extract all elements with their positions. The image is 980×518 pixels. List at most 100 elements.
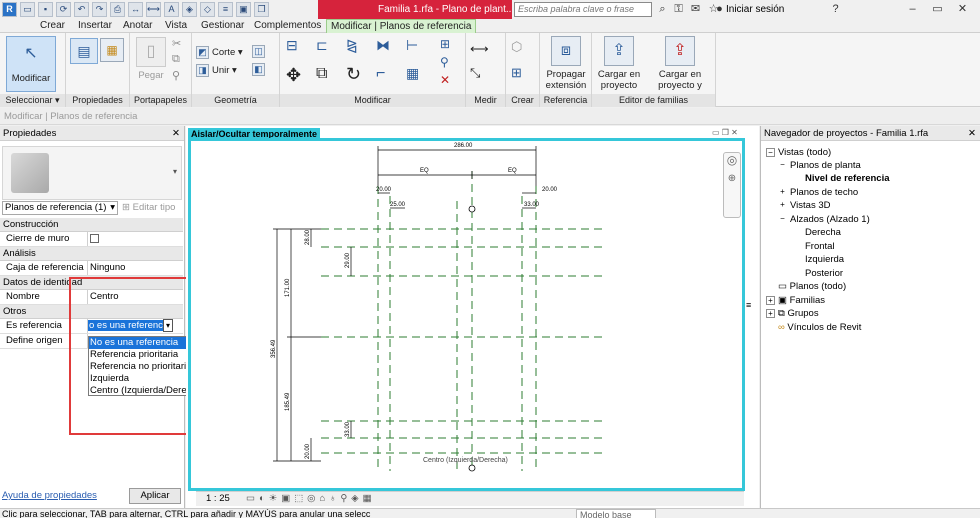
measure-tool-icon[interactable]: ⟷	[470, 41, 489, 57]
move-icon[interactable]: ✥	[286, 65, 301, 86]
wall-joins-icon[interactable]: ◫	[252, 45, 265, 58]
model-select[interactable]: Modelo base	[576, 509, 656, 518]
create-group-icon[interactable]: ⊞	[511, 65, 522, 81]
view-window-controls[interactable]: ▭ ❐ ✕	[712, 128, 738, 137]
tree-item-planos-planta[interactable]: − Planos de planta	[778, 159, 861, 172]
load-and-close-button[interactable]: ⇪ Cargar en proyecto y cerrar	[646, 36, 714, 102]
tree-item-frontal[interactable]: Frontal	[805, 240, 835, 253]
collapse-icon[interactable]: −	[778, 160, 787, 170]
expand-icon[interactable]: +	[766, 308, 775, 318]
cut-icon[interactable]: ✂	[172, 37, 181, 50]
dim-text[interactable]: EQ	[508, 168, 517, 174]
close-hidden-icon[interactable]: ▣	[236, 2, 251, 17]
mirror-line-icon[interactable]: ⧓	[376, 37, 390, 54]
dim-text[interactable]: 20.00	[542, 187, 558, 193]
offset-icon[interactable]: ⊏	[316, 37, 328, 54]
close-icon[interactable]: ✕	[955, 2, 970, 17]
dim-text[interactable]: 33.00	[345, 421, 351, 437]
tree-item-derecha[interactable]: Derecha	[805, 226, 841, 239]
propagate-extents-button[interactable]: ⧈ Propagar extensión	[542, 36, 590, 91]
dim-text[interactable]: 171.00	[285, 278, 291, 297]
cut-geometry-button[interactable]: ◩ Corte ▾	[196, 46, 243, 60]
save-icon[interactable]: ▪	[38, 2, 53, 17]
array-icon[interactable]: ▦	[406, 65, 419, 82]
trim-icon[interactable]: ⌐	[376, 65, 385, 83]
collapse-icon[interactable]: −	[766, 147, 775, 157]
tree-item-grupos[interactable]: + ⧉ Grupos	[766, 307, 819, 320]
tree-item-posterior[interactable]: Posterior	[805, 267, 843, 280]
type-dropdown-arrow-icon[interactable]: ▾	[173, 167, 177, 176]
thin-lines-icon[interactable]: ≡	[218, 2, 233, 17]
panel-label-seleccionar[interactable]: Seleccionar ▾	[0, 94, 65, 107]
login-button[interactable]: Iniciar sesión	[726, 2, 784, 17]
mirror-axis-icon[interactable]: ⧎	[346, 37, 358, 54]
tree-item-alzados[interactable]: − Alzados (Alzado 1)	[778, 213, 870, 226]
ref-plane-name-label[interactable]: Centro (Izquierda/Derecha)	[423, 457, 508, 464]
pin-icon[interactable]: ⚲	[440, 55, 449, 69]
copy-element-icon[interactable]: ⧉	[316, 65, 327, 83]
tab-anotar[interactable]: Anotar	[119, 19, 156, 33]
view-control-icons[interactable]: ▭◐☀▣⬚◎⌂♁⚲◈▦	[246, 492, 376, 506]
modify-button[interactable]: ↖ Modificar	[6, 36, 56, 92]
communication-icon[interactable]: ✉	[688, 2, 703, 17]
properties-close-icon[interactable]: ✕	[172, 126, 180, 141]
create-similar-icon[interactable]: ⬡	[511, 39, 522, 55]
view-scale[interactable]: 1 : 25	[206, 492, 230, 506]
dim-text[interactable]: 33.00	[524, 202, 540, 208]
switch-windows-icon[interactable]: ❐	[254, 2, 269, 17]
paste-button[interactable]: ▯ Pegar	[134, 37, 168, 81]
3d-view-icon[interactable]: ◈	[182, 2, 197, 17]
match-icon[interactable]: ⚲	[172, 69, 180, 82]
apply-button[interactable]: Aplicar	[129, 488, 181, 504]
expand-icon[interactable]: +	[778, 200, 787, 210]
ref-plane-end-point[interactable]	[468, 464, 476, 472]
help-icon[interactable]: ?	[828, 2, 843, 17]
maximize-icon[interactable]: ▭	[930, 2, 945, 17]
zoom-icon[interactable]: ⊕	[724, 173, 740, 184]
subscription-icon[interactable]: ⚿	[671, 2, 686, 17]
ref-plane-end-point[interactable]	[468, 205, 476, 213]
dimension-icon[interactable]: ⟷	[146, 2, 161, 17]
split-icon[interactable]: ⊢	[406, 37, 418, 54]
dim-text[interactable]: 20.00	[376, 187, 392, 193]
print-icon[interactable]: ⎙	[110, 2, 125, 17]
paint-icon[interactable]: ◧	[252, 63, 265, 76]
delete-icon[interactable]: ✕	[440, 73, 450, 87]
cierre-checkbox[interactable]	[90, 234, 99, 243]
text-icon[interactable]: A	[164, 2, 179, 17]
section-icon[interactable]: ◇	[200, 2, 215, 17]
dim-text[interactable]: 185.49	[285, 392, 291, 411]
binoculars-icon[interactable]: ⌕	[655, 2, 670, 17]
tree-item-vinculos[interactable]: ∞ Vínculos de Revit	[778, 321, 861, 334]
tab-crear[interactable]: Crear	[36, 19, 69, 33]
aligned-dimension-icon[interactable]: ⤡	[470, 65, 480, 81]
rotate-icon[interactable]: ↻	[346, 64, 361, 85]
tree-item-planos-todo[interactable]: ▭ Planos (todo)	[778, 280, 846, 293]
expand-icon[interactable]: +	[778, 187, 787, 197]
tree-item-planos-techo[interactable]: + Planos de techo	[778, 186, 858, 199]
tree-item-familias[interactable]: + ▣ Familias	[766, 294, 825, 307]
search-input[interactable]: Escriba palabra clave o frase	[514, 2, 652, 17]
dim-text[interactable]: 20.00	[305, 443, 311, 459]
redo-icon[interactable]: ↷	[92, 2, 107, 17]
tab-gestionar[interactable]: Gestionar	[197, 19, 248, 33]
type-properties-icon[interactable]: ▦	[100, 38, 124, 62]
tree-item-vistas-3d[interactable]: + Vistas 3D	[778, 199, 830, 212]
app-menu-icon[interactable]: R	[2, 2, 17, 17]
steering-wheel-icon[interactable]: ◎	[724, 153, 740, 167]
canvas-scroll-handle[interactable]: ≡	[746, 300, 751, 310]
align-icon[interactable]: ⊟	[286, 37, 298, 54]
join-geometry-button[interactable]: ◨ Unir ▾	[196, 64, 237, 78]
open-icon[interactable]: ▭	[20, 2, 35, 17]
project-browser-close-icon[interactable]: ✕	[968, 126, 976, 141]
tree-item-nivel-referencia[interactable]: Nivel de referencia	[805, 172, 890, 185]
minimize-icon[interactable]: –	[905, 2, 920, 17]
dim-text[interactable]: EQ	[420, 168, 429, 174]
expand-icon[interactable]: +	[766, 295, 775, 305]
user-icon[interactable]: ●	[712, 2, 727, 17]
dim-text[interactable]: 25.00	[390, 202, 406, 208]
tab-vista[interactable]: Vista	[161, 19, 191, 33]
dim-text[interactable]: 28.00	[305, 229, 311, 245]
collapse-icon[interactable]: −	[778, 214, 787, 224]
tab-complementos[interactable]: Complementos	[250, 19, 325, 33]
